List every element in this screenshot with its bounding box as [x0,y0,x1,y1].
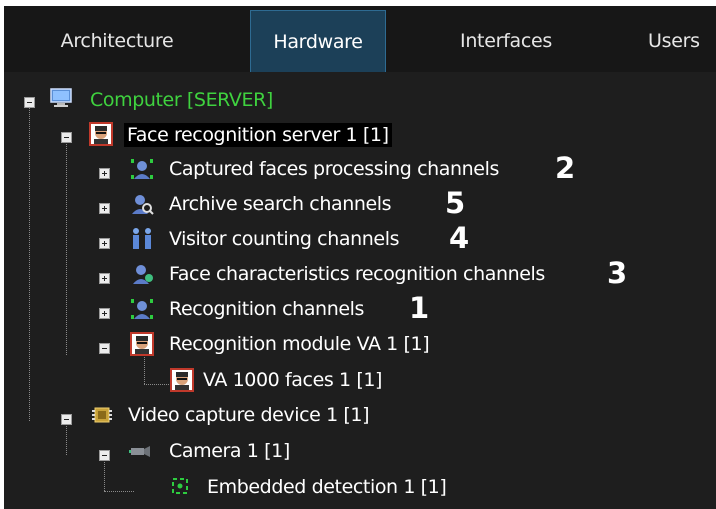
tree-item-archive-search[interactable]: Archive search channels [169,193,392,215]
tree-item-face-characteristics[interactable]: Face characteristics recognition channel… [169,263,545,285]
detection-icon [172,478,188,494]
expand-toggle[interactable] [99,168,110,179]
tree-guide [144,354,145,384]
annotation-number: 1 [409,291,430,325]
monitor-icon [50,88,72,107]
hardware-tree: Computer [SERVER] Face recognition serve… [4,72,716,509]
tree-guide [104,491,134,492]
annotation-number: 3 [607,256,628,290]
tree-item-recognition-channels[interactable]: Recognition channels [169,298,364,320]
collapse-toggle[interactable] [99,450,110,461]
collapse-toggle[interactable] [24,97,35,108]
annotation-number: 2 [555,151,576,185]
tree-guide [29,108,30,421]
expand-toggle[interactable] [99,203,110,214]
collapse-toggle[interactable] [61,132,72,143]
tree-item-captured-faces[interactable]: Captured faces processing channels [169,158,499,180]
face-characteristics-icon [133,265,153,284]
chip-icon [92,407,112,423]
tab-interfaces[interactable]: Interfaces [422,10,590,72]
tree-item-face-server[interactable]: Face recognition server 1 [1] [124,123,392,147]
tab-users[interactable]: Users [630,10,716,72]
tree-item-video-capture[interactable]: Video capture device 1 [1] [128,404,370,426]
tab-architecture[interactable]: Architecture [18,10,216,72]
tab-bar: Architecture Hardware Interfaces Users [4,6,716,73]
face-channel-icon [131,299,153,319]
collapse-toggle[interactable] [99,343,110,354]
visitor-counting-icon [133,228,151,249]
expand-toggle[interactable] [99,273,110,284]
tree-item-embedded-detection[interactable]: Embedded detection 1 [1] [207,476,447,498]
tree-guide [66,142,67,355]
face-server-icon [89,122,113,146]
collapse-toggle[interactable] [61,414,72,425]
expand-toggle[interactable] [99,308,110,319]
face-channel-icon [131,159,153,179]
face-detector-icon [170,368,194,392]
tree-item-recognition-module[interactable]: Recognition module VA 1 [1] [169,333,430,355]
tree-guide [144,384,169,385]
camera-icon [129,446,150,457]
annotation-number: 4 [449,221,470,255]
tree-item-computer[interactable]: Computer [SERVER] [90,89,273,111]
tab-hardware[interactable]: Hardware [250,10,386,73]
tree-guide [66,420,67,455]
tree-guide [104,456,105,491]
face-module-icon [130,332,154,356]
annotation-number: 5 [445,186,466,220]
tree-item-visitor-counting[interactable]: Visitor counting channels [169,228,399,250]
tree-item-va-faces[interactable]: VA 1000 faces 1 [1] [203,369,382,391]
hardware-panel: Architecture Hardware Interfaces Users C… [4,6,716,509]
expand-toggle[interactable] [99,238,110,249]
tree-item-camera[interactable]: Camera 1 [1] [169,440,290,462]
archive-search-icon [132,195,154,215]
